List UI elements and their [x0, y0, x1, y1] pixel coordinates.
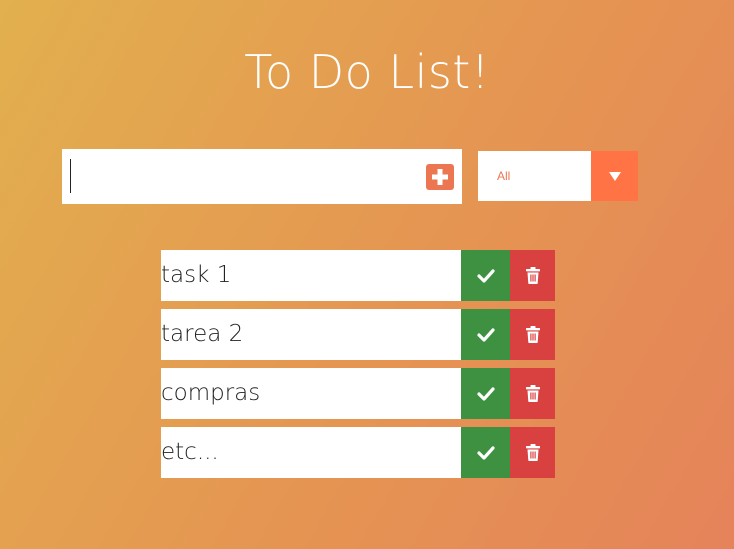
todo-text: task 1	[161, 250, 461, 301]
delete-button[interactable]	[510, 250, 555, 301]
todo-item: task 1	[161, 250, 555, 301]
trash-icon	[525, 326, 540, 343]
trash-icon	[525, 444, 540, 461]
add-task-button[interactable]	[426, 164, 454, 190]
todo-text: compras	[161, 368, 461, 419]
todo-text: etc...	[161, 427, 461, 478]
check-icon	[476, 445, 495, 460]
caret-down-icon	[608, 172, 621, 181]
check-icon	[476, 386, 495, 401]
check-icon	[476, 327, 495, 342]
trash-icon	[525, 267, 540, 284]
new-task-input[interactable]	[62, 149, 462, 204]
complete-button[interactable]	[461, 427, 510, 478]
complete-button[interactable]	[461, 309, 510, 360]
text-caret	[70, 159, 71, 193]
check-icon	[476, 268, 495, 283]
todo-list: task 1 tarea 2 compras etc...	[161, 250, 555, 486]
filter-selected-value: All	[497, 169, 511, 183]
todo-item: compras	[161, 368, 555, 419]
filter-select[interactable]: All	[478, 151, 638, 201]
delete-button[interactable]	[510, 427, 555, 478]
complete-button[interactable]	[461, 250, 510, 301]
todo-item: tarea 2	[161, 309, 555, 360]
delete-button[interactable]	[510, 368, 555, 419]
page-title: To Do List!	[244, 44, 490, 99]
todo-text: tarea 2	[161, 309, 461, 360]
complete-button[interactable]	[461, 368, 510, 419]
plus-icon	[432, 169, 448, 185]
trash-icon	[525, 385, 540, 402]
delete-button[interactable]	[510, 309, 555, 360]
todo-item: etc...	[161, 427, 555, 478]
filter-dropdown-button[interactable]	[591, 151, 638, 201]
